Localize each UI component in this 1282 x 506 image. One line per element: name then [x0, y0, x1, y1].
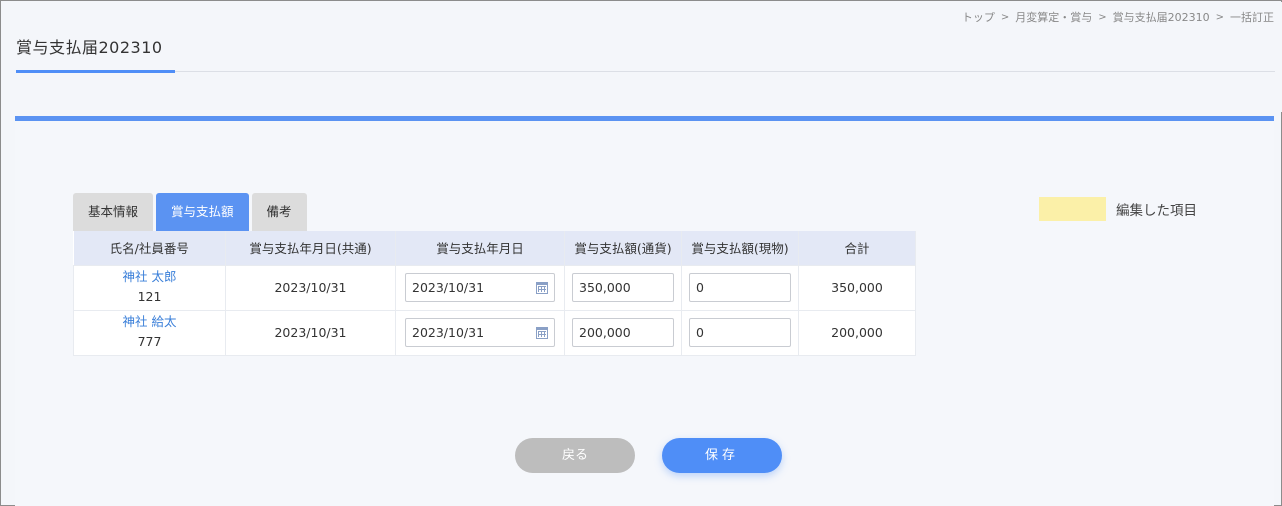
payment-date-input[interactable]: 2023/10/31: [405, 318, 555, 347]
cash-amount-input[interactable]: 350,000: [572, 273, 674, 302]
bonus-table: 氏名/社員番号 賞与支払年月日(共通) 賞与支払年月日 賞与支払額(通貨) 賞与…: [73, 231, 916, 356]
common-date-cell: 2023/10/31: [225, 309, 396, 356]
title-divider: [175, 71, 1275, 72]
table-row: 神社 太郎 121 2023/10/31 2023/10/31 350,000: [73, 264, 916, 311]
breadcrumb-separator: >: [1000, 11, 1010, 23]
employee-number: 777: [137, 333, 162, 349]
column-header-cash: 賞与支払額(通貨): [564, 231, 682, 265]
in-kind-cell: 0: [681, 264, 799, 311]
payment-date-input[interactable]: 2023/10/31: [405, 273, 555, 302]
column-header-date: 賞与支払年月日: [395, 231, 565, 265]
in-kind-cell: 0: [681, 309, 799, 356]
employee-number: 121: [137, 288, 162, 304]
breadcrumb-item-current: 一括訂正: [1230, 11, 1274, 24]
calendar-icon[interactable]: [536, 281, 548, 294]
employee-cell: 神社 給太 777: [73, 309, 226, 356]
page-header: トップ > 月変算定・賞与 > 賞与支払届202310 > 一括訂正 賞与支払届…: [2, 2, 1282, 112]
total-cell: 200,000: [798, 309, 916, 356]
column-header-total: 合計: [798, 231, 916, 265]
employee-name-link[interactable]: 神社 給太: [74, 313, 225, 331]
date-cell: 2023/10/31: [395, 264, 565, 311]
legend-label: 編集した項目: [1116, 203, 1197, 219]
column-header-name: 氏名/社員番号: [73, 231, 226, 265]
title-underline: [16, 70, 175, 73]
breadcrumb-separator: >: [1215, 11, 1224, 23]
tab-bonus-amount[interactable]: 賞与支払額: [156, 193, 249, 231]
table-row: 神社 給太 777 2023/10/31 2023/10/31 200,000: [73, 309, 916, 356]
employee-name-link[interactable]: 神社 太郎: [74, 268, 225, 286]
calendar-icon[interactable]: [536, 326, 548, 339]
legend-swatch: [1039, 197, 1106, 221]
payment-date-value: 2023/10/31: [412, 325, 485, 340]
save-button[interactable]: 保存: [662, 438, 782, 473]
breadcrumb-item-calc[interactable]: 月変算定・賞与: [1015, 9, 1092, 25]
breadcrumb-item-bonus[interactable]: 賞与支払届202310: [1113, 9, 1210, 25]
main-panel: 基本情報 賞与支払額 備考 編集した項目 氏名/社員番号 賞与支払年月日(共通)…: [15, 116, 1274, 506]
breadcrumb-separator: >: [1098, 11, 1107, 23]
column-header-in-kind: 賞与支払額(現物): [681, 231, 799, 265]
in-kind-amount-input[interactable]: 0: [689, 273, 791, 302]
table-header-row: 氏名/社員番号 賞与支払年月日(共通) 賞与支払年月日 賞与支払額(通貨) 賞与…: [73, 231, 916, 265]
edit-legend: 編集した項目: [1039, 197, 1197, 221]
back-button[interactable]: 戻る: [515, 438, 635, 473]
cash-amount-input[interactable]: 200,000: [572, 318, 674, 347]
tab-basic-info[interactable]: 基本情報: [73, 193, 154, 231]
date-cell: 2023/10/31: [395, 309, 565, 356]
payment-date-value: 2023/10/31: [412, 280, 485, 295]
column-header-common-date: 賞与支払年月日(共通): [225, 231, 396, 265]
cash-cell: 200,000: [564, 309, 682, 356]
tab-remarks[interactable]: 備考: [251, 193, 307, 231]
window-frame: トップ > 月変算定・賞与 > 賞与支払届202310 > 一括訂正 賞与支払届…: [0, 0, 1282, 506]
cash-cell: 350,000: [564, 264, 682, 311]
common-date-cell: 2023/10/31: [225, 264, 396, 311]
employee-cell: 神社 太郎 121: [73, 264, 226, 311]
breadcrumb-item-top[interactable]: トップ: [962, 9, 995, 25]
tab-bar: 基本情報 賞与支払額 備考: [73, 193, 307, 231]
total-cell: 350,000: [798, 264, 916, 311]
page-title: 賞与支払届202310: [16, 38, 163, 57]
in-kind-amount-input[interactable]: 0: [689, 318, 791, 347]
breadcrumb: トップ > 月変算定・賞与 > 賞与支払届202310 > 一括訂正: [962, 9, 1274, 25]
